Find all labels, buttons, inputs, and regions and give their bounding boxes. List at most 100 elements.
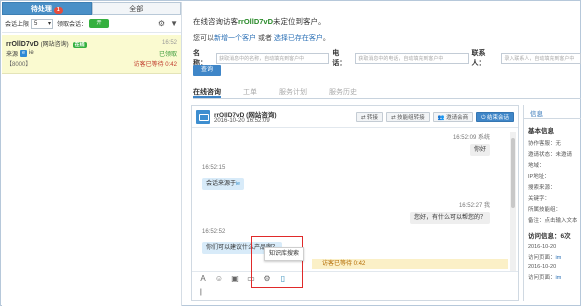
visit-page-link[interactable]: im (556, 275, 562, 281)
invite-label: 邀请会商 (446, 115, 469, 121)
input-cursor[interactable]: | (200, 289, 202, 296)
tab-pending-label: 待处理 (30, 6, 52, 13)
info-row: 所属技能组： (528, 207, 562, 213)
message-timestamp: 16:52:09 系统 (453, 132, 490, 141)
transfer-button[interactable]: ⇄ 转接 (355, 112, 384, 122)
name-input[interactable]: 获取消息中的名称，自动填充到客户中 (216, 52, 330, 64)
source-value: ie (29, 50, 34, 56)
not-located-notice: 在线咨询访客rrOllD7vD未定位到客户。 (193, 16, 326, 27)
visit-time: 2016-10-20 (528, 244, 557, 250)
newcust-text-b: 或者 (257, 35, 272, 42)
visit-page-label: 访问页面： (528, 275, 556, 281)
info-row: 地域： (528, 163, 545, 169)
sub-tabs: 在线咨询 工单 服务计划 服务历史 (193, 87, 581, 99)
msg-text: 会话来源于 (206, 181, 237, 187)
image-icon[interactable]: ▣ (230, 274, 240, 283)
message-scrollbar[interactable] (510, 132, 516, 271)
tab-all-label: 全部 (129, 6, 144, 13)
session-code: 【8000】 (6, 61, 32, 68)
emoji-icon[interactable]: ☺ (214, 274, 224, 283)
skill-group-transfer-button[interactable]: ⇄ 技能组转接 (386, 112, 430, 122)
app-window: 待处理1 全部 会话上限 5 领取会话： 开 ⚙ ▼ rrOllD7vD (网站… (0, 0, 581, 306)
skill-transfer-label: 技能组转接 (397, 115, 425, 121)
message-timestamp: 16:52:15 (202, 165, 226, 171)
highlight-box (251, 236, 303, 288)
contact-input[interactable]: 录入联系人，自动填充到客户中 (501, 52, 581, 64)
info-panel: 信息 基本信息 协作客服：无 邀请状态：未邀请 地域： IP地址： 搜索来源： … (523, 105, 581, 301)
visitor-wait-bar: 访客已等待 0:42 (312, 259, 508, 269)
select-existing-customer-link[interactable]: 选择已存在客户 (274, 35, 323, 42)
ie-browser-icon: e (20, 49, 28, 57)
chat-start-time: 2016-10-20 16:52:09 (214, 118, 270, 124)
add-customer-link[interactable]: 新增一个客户 (214, 35, 256, 42)
session-panel: 待处理1 全部 会话上限 5 领取会话： 开 ⚙ ▼ rrOllD7vD (网站… (2, 2, 182, 306)
scrollbar-thumb[interactable] (511, 138, 515, 208)
tab-all[interactable]: 全部 (91, 2, 181, 15)
notice-visitor-name: rrOllD7vD (238, 17, 274, 26)
filter-icon[interactable]: ▼ (170, 19, 178, 28)
session-wait: 访客已等待 0:42 (133, 61, 177, 68)
visit-page-link[interactable]: im (556, 255, 562, 261)
tab-ticket[interactable]: 工单 (243, 87, 257, 98)
msg-sender: 我 (483, 203, 490, 209)
main-content: 在线咨询访客rrOllD7vD未定位到客户。 您可以新增一个客户 或者 选择已存… (183, 2, 581, 306)
message-bubble: 你好 (469, 144, 490, 156)
phone-label: 电话： (332, 50, 347, 67)
info-row: IP地址： (528, 174, 550, 180)
session-name-group: rrOllD7vD (网站咨询) 在线 (6, 39, 87, 48)
msg-sender: 系统 (477, 135, 490, 141)
tab-service-history[interactable]: 服务历史 (329, 87, 357, 98)
message-bubble: 您好，有什么可以帮您的？ (409, 212, 490, 224)
source-label: 来源 (6, 51, 19, 58)
session-limit-label: 会话上限 (5, 22, 30, 28)
pending-count-badge: 1 (53, 7, 63, 14)
session-item[interactable]: rrOllD7vD (网站咨询) 在线 16:52 来源 e ie 已领取 【8… (2, 35, 181, 74)
session-tag: (网站咨询) (40, 41, 69, 48)
message-timestamp: 16:52:52 (202, 229, 226, 235)
font-icon[interactable]: A (198, 274, 208, 283)
visit-title: 访问信息：6次 (528, 233, 571, 240)
settings-gear-icon[interactable]: ⚙ (158, 19, 165, 28)
newcust-text-c: 。 (322, 35, 330, 42)
phone-input[interactable]: 获取消息中的电话，自动填充到客户中 (355, 52, 469, 64)
visit-page-label: 访问页面： (528, 255, 556, 261)
session-time: 16:52 (161, 40, 177, 46)
tab-pending[interactable]: 待处理 1 (2, 2, 92, 15)
tab-info[interactable]: 信息 (524, 105, 581, 119)
info-row[interactable]: 备注：点击输入文本 (528, 216, 577, 224)
info-row: 邀请状态：未邀请 (528, 152, 573, 158)
contact-label: 联系人： (471, 50, 486, 67)
chat-header: rrOllD7vD (网站咨询) 2016-10-20 16:52:09 ⇄ 转… (192, 106, 518, 128)
session-name: rrOllD7vD (6, 40, 39, 48)
visit-page: 访问页面：im (528, 273, 577, 281)
chat-avatar-icon (196, 110, 210, 124)
session-limit-value: 5 (34, 20, 38, 27)
online-status-badge: 在线 (72, 41, 87, 48)
chat-toolbar: A ☺ ▣ ▭ ⚙ ▯ (192, 271, 518, 285)
invite-consult-button[interactable]: 👥 邀请会商 (432, 112, 474, 122)
msg-time: 16:52:09 (452, 135, 477, 141)
info-row: 关键字： (528, 196, 551, 202)
end-session-button[interactable]: ⏻ 结束会话 (476, 112, 514, 122)
customer-fields: 名称： 获取消息中的名称，自动填充到客户中 电话： 获取消息中的电话，自动填充到… (193, 48, 581, 68)
transfer-label: 转接 (367, 115, 379, 121)
visit-time: 2016-10-20 (528, 264, 557, 270)
msg-ie-link[interactable]: ie (236, 181, 240, 187)
receive-label: 领取会话： (57, 22, 88, 28)
session-controls: 会话上限 5 领取会话： 开 ⚙ ▼ (2, 15, 181, 33)
query-button[interactable]: 查询 (193, 65, 221, 76)
tab-online-consult[interactable]: 在线咨询 (193, 87, 221, 98)
new-customer-line: 您可以新增一个客户 或者 选择已存在客户。 (193, 33, 330, 43)
session-limit-select[interactable]: 5 (31, 18, 54, 29)
session-tabs: 待处理 1 全部 (2, 2, 181, 15)
tab-service-plan[interactable]: 服务计划 (279, 87, 307, 98)
notice-prefix: 在线咨询访客 (193, 17, 238, 26)
message-timestamp: 16:52:27 我 (459, 200, 490, 209)
receive-toggle[interactable]: 开 (89, 19, 110, 28)
info-title: 基本信息 (528, 128, 554, 135)
chat-window: rrOllD7vD (网站咨询) 2016-10-20 16:52:09 ⇄ 转… (191, 105, 519, 301)
end-session-label: 结束会话 (486, 115, 509, 121)
message-list: 16:52:09 系统 你好 16:52:15 会话来源于ie 16:52:27… (192, 128, 508, 273)
received-status: 已领取 (158, 51, 177, 58)
session-source: 来源 e ie (6, 49, 34, 58)
